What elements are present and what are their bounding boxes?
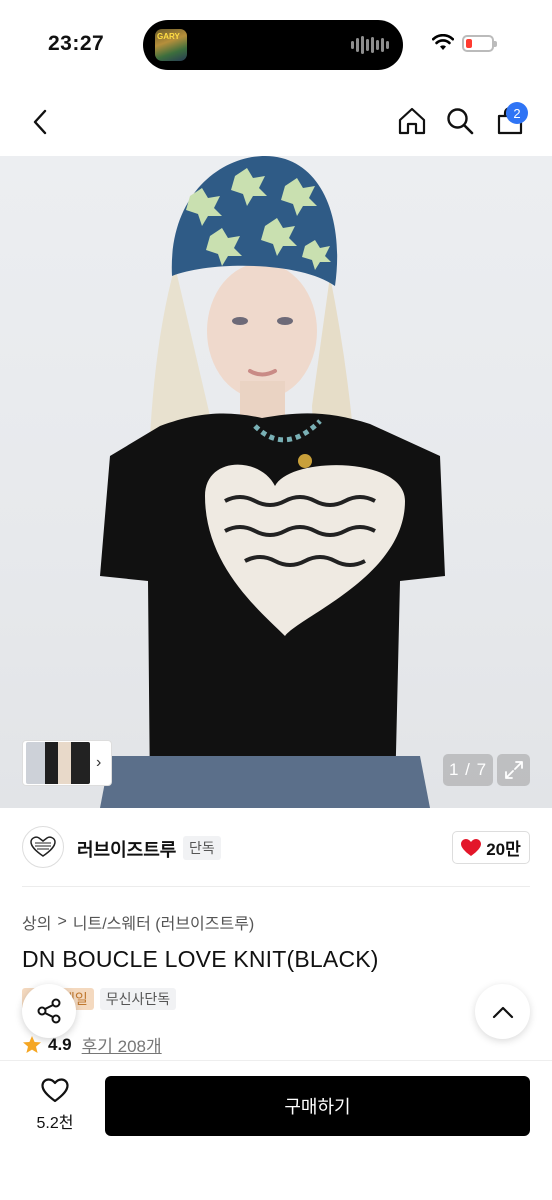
wishlist-count: 5.2천 [36,1115,74,1132]
status-bar: 23:27 GARY [0,0,552,90]
now-playing-album-art: GARY [155,29,187,61]
buy-button[interactable]: 구매하기 [105,1076,530,1136]
battery-icon [462,35,497,52]
top-nav [0,90,552,156]
breadcrumb-category[interactable]: 상의 [22,910,51,934]
status-time: 23:27 [48,32,105,55]
image-counter: 1 / 7 [443,754,493,786]
back-button[interactable] [22,104,58,140]
thumbnail-strip[interactable]: › [22,740,112,786]
share-icon [37,998,61,1024]
product-photo-illustration [100,156,445,808]
reviews-link[interactable]: 후기 208개 [82,1032,162,1057]
cart-count-badge: 2 [506,102,528,124]
brand-like-button[interactable]: 20만 [452,831,530,864]
wishlist-button[interactable]: 5.2천 [30,1078,80,1133]
product-title: DN BOUCLE LOVE KNIT(BLACK) [22,946,379,972]
chevron-up-icon [492,1006,513,1018]
star-icon [23,1035,41,1053]
share-button[interactable] [22,984,76,1038]
home-icon [398,107,426,135]
breadcrumb-subcategory[interactable]: 니트/스웨터 (러브이즈트루) [73,910,254,934]
scroll-top-button[interactable] [475,984,530,1039]
heart-logo-icon [30,836,56,857]
rating-row: 4.9 후기 208개 [22,1032,162,1057]
search-icon [447,108,474,135]
dynamic-island[interactable]: GARY [143,20,403,70]
breadcrumb-separator: > [57,913,67,930]
exclusive-badge: 단독 [183,836,221,860]
heart-icon [461,838,482,856]
home-button[interactable] [393,102,431,140]
brand-like-count: 20만 [486,840,521,859]
chevron-right-icon: › [96,754,102,771]
rating-score: 4.9 [48,1034,72,1054]
musinsa-exclusive-tag: 무신사단독 [99,988,177,1010]
heart-outline-icon [41,1078,69,1103]
album-art-text: GARY [157,32,180,41]
brand-logo[interactable] [22,826,64,868]
brand-name[interactable]: 러브이즈트루 [77,836,176,862]
back-icon [33,109,47,135]
expand-icon [504,761,523,779]
wifi-icon [432,34,454,50]
product-image[interactable] [0,156,552,808]
divider [22,886,530,887]
thumbnail-image[interactable] [26,742,90,784]
expand-button[interactable] [497,754,530,786]
breadcrumb: 상의 > 니트/스웨터 (러브이즈트루) [22,910,254,934]
audio-waveform-icon [351,36,389,54]
search-button[interactable] [441,102,479,140]
